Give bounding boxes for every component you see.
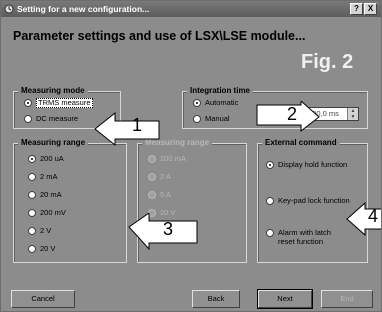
radio-dot: [28, 245, 36, 253]
radio-dot: [24, 115, 32, 123]
callout-arrow-1: [94, 111, 160, 147]
radio-label: 200 mV: [40, 208, 66, 217]
radio-label: 2 V: [40, 226, 52, 235]
cancel-button[interactable]: Cancel: [11, 290, 75, 308]
title-bar: Setting for a new configuration... ? X: [1, 1, 381, 17]
radio-dot: [28, 227, 36, 235]
radio-label: 20 mA: [40, 190, 62, 199]
callout-number-2: 2: [287, 104, 298, 124]
close-button[interactable]: X: [364, 3, 377, 15]
radio-label: DC measure: [36, 114, 79, 123]
radio-label: 5 A: [160, 190, 171, 199]
radio-label: 20 V: [40, 244, 56, 253]
radio-label: Automatic: [205, 98, 239, 107]
integration-time-legend: Integration time: [187, 86, 254, 95]
measuring-range-legend: Measuring range: [18, 138, 89, 147]
radio-dot: [28, 191, 36, 199]
radio-dot-selected: [28, 155, 36, 163]
radio-dot: [28, 209, 36, 217]
callout-number-1: 1: [132, 115, 143, 135]
radio-label: Manual: [205, 114, 230, 123]
next-button[interactable]: Next: [257, 289, 313, 309]
radio-label: 200 mA: [160, 154, 186, 163]
radio-dot: [28, 173, 36, 181]
radio-dot: [148, 155, 156, 163]
radio-label: Key-pad lock function: [278, 196, 350, 205]
back-button[interactable]: Back: [192, 290, 240, 308]
radio-dot: [148, 191, 156, 199]
radio-dot: [148, 173, 156, 181]
figure-label: Fig. 2: [301, 51, 354, 73]
radio-label: 2 mA: [40, 172, 58, 181]
window-title: Setting for a new configuration...: [17, 4, 150, 14]
radio-dot-selected: [193, 99, 201, 107]
radio-dot: [193, 115, 201, 123]
measuring-mode-legend: Measuring mode: [18, 86, 88, 95]
app-icon: [4, 4, 14, 14]
page-heading: Parameter settings and use of LSX\LSE mo…: [13, 29, 306, 43]
radio-dot-selected: [266, 161, 274, 169]
end-button: End: [321, 290, 373, 308]
radio-dot: [266, 197, 274, 205]
radio-label: 2 A: [160, 172, 171, 181]
radio-dot: [266, 229, 274, 237]
radio-dot-selected: [24, 99, 32, 107]
configuration-window: Setting for a new configuration... ? X P…: [0, 0, 382, 312]
spinbox-arrows[interactable]: ▲ ▼: [347, 108, 358, 120]
spin-down-icon[interactable]: ▼: [348, 114, 358, 120]
radio-label: Alarm with latch reset function: [278, 228, 331, 246]
radio-label: 200 uA: [40, 154, 64, 163]
callout-number-4: 4: [368, 206, 379, 226]
callout-number-3: 3: [163, 219, 174, 239]
help-button[interactable]: ?: [350, 3, 363, 15]
radio-label: Display hold function: [278, 160, 348, 169]
measuring-range-group: Measuring range 200 uA 2 mA 20 mA 200 mV…: [13, 138, 127, 263]
external-command-legend: External command: [262, 138, 340, 147]
radio-label: TRMS measure: [36, 98, 93, 108]
